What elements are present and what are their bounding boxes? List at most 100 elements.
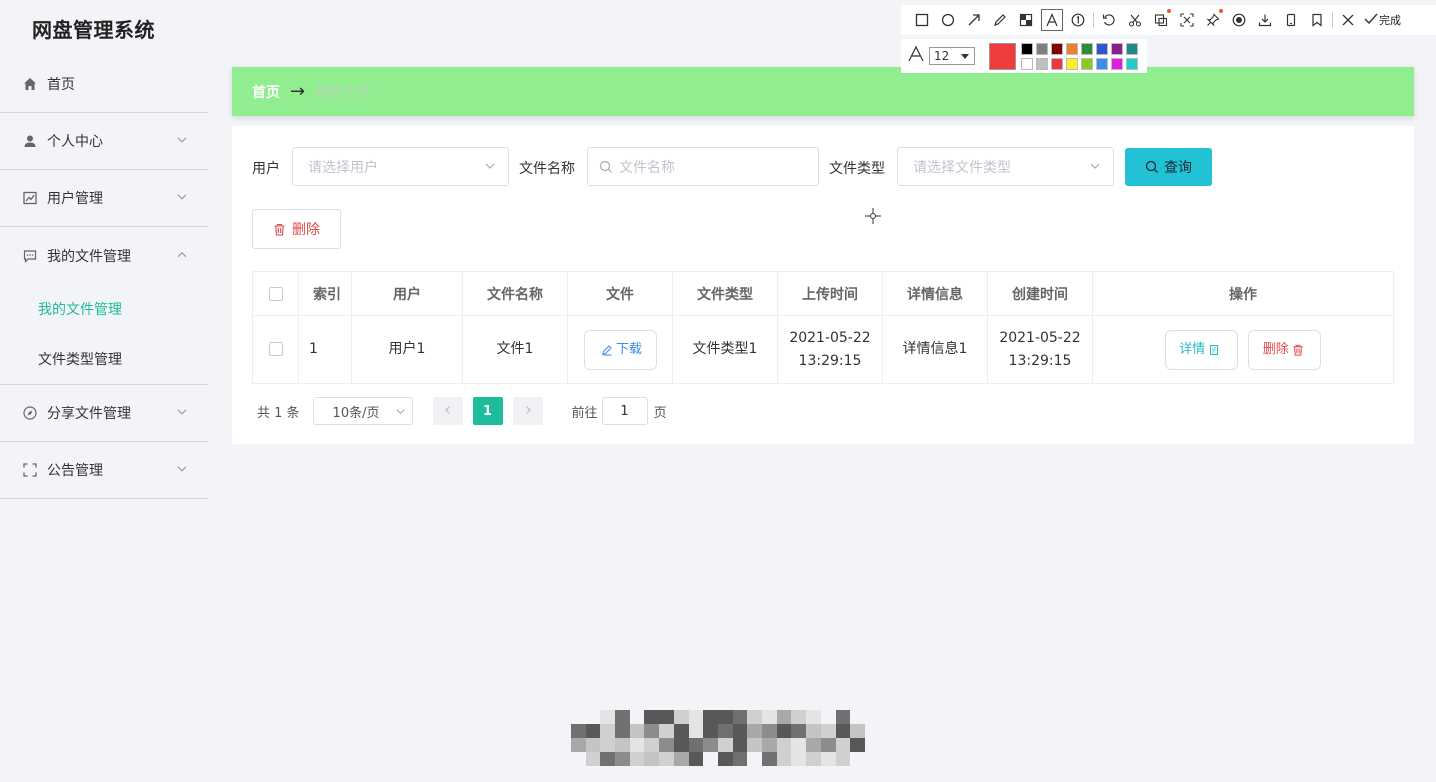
color-swatch[interactable] (1081, 42, 1093, 55)
mosaic-pixel (571, 752, 586, 766)
color-swatch[interactable] (1066, 42, 1078, 55)
color-swatch[interactable] (1021, 57, 1033, 70)
pin-icon[interactable] (1200, 7, 1226, 33)
row-delete-button[interactable]: 删除 (1248, 329, 1322, 370)
scissors-icon[interactable] (1122, 7, 1148, 33)
ellipse-icon[interactable] (935, 7, 961, 33)
mosaic-pixel (644, 724, 660, 738)
app-title: 网盘管理系统 (32, 18, 155, 42)
edit-icon (601, 344, 613, 356)
pencil-icon[interactable] (987, 7, 1013, 33)
color-swatch[interactable] (1051, 42, 1063, 55)
mosaic-pixel (776, 738, 792, 752)
bulk-delete-button[interactable]: 删除 (252, 209, 341, 249)
color-swatch[interactable] (1036, 42, 1048, 55)
filename-filter-label: 文件名称 (519, 161, 575, 177)
undo-icon[interactable] (1096, 7, 1122, 33)
color-swatch[interactable] (1066, 57, 1078, 70)
download-icon[interactable] (1252, 7, 1278, 33)
done-button[interactable]: 完成 (1363, 12, 1401, 29)
color-swatch[interactable] (1051, 57, 1063, 70)
ocr-icon[interactable] (1148, 7, 1174, 33)
current-color-swatch[interactable] (989, 42, 1016, 70)
check-icon (1363, 12, 1379, 29)
chevron-down-icon (176, 463, 188, 475)
sidebar-item-users[interactable]: 用户管理 (0, 170, 208, 227)
toolbar-divider (1332, 12, 1333, 28)
main-panel: 用户 请选择用户 文件名称 文件名称 文件类型 请选择文件类型 查询 删除 索引… (232, 126, 1414, 444)
record-icon[interactable] (1226, 7, 1252, 33)
mosaic-pixel (717, 724, 733, 738)
row-checkbox[interactable] (268, 342, 283, 356)
page-size-select[interactable]: 10条/页 (312, 397, 413, 425)
mosaic-pixel (659, 724, 674, 738)
color-swatch[interactable] (1126, 57, 1138, 70)
search-icon (1145, 160, 1159, 174)
mosaic-pixel (629, 724, 645, 738)
filetype-select[interactable]: 请选择文件类型 (897, 147, 1114, 186)
color-swatch[interactable] (1096, 42, 1108, 55)
goto-page-input[interactable]: 1 (601, 397, 648, 425)
sidebar-menu: 首页 个人中心 用户管理 我的文件管理 我的文件管理 文件类型管理 分享文件管理… (0, 56, 208, 499)
upload-time: 13:29:15 (798, 352, 862, 369)
filetype-cell: 文件类型1 (672, 315, 778, 384)
chevron-down-icon (176, 134, 188, 146)
compass-icon (22, 405, 38, 421)
color-swatch[interactable] (1081, 57, 1093, 70)
download-button-label: 下载 (615, 342, 642, 357)
font-size-select[interactable]: 12 (929, 47, 975, 65)
bookmark-icon[interactable] (1304, 7, 1330, 33)
sidebar-item-profile[interactable]: 个人中心 (0, 113, 208, 170)
sidebar-item-label: 分享文件管理 (47, 406, 131, 422)
sidebar-subitem-file-types[interactable]: 文件类型管理 (0, 334, 208, 384)
mosaic-pixel (688, 724, 704, 738)
files-table: 索引 用户 文件名称 文件 文件类型 上传时间 详情信息 创建时间 操作 1 用… (252, 271, 1394, 384)
mosaic-pixel (717, 738, 733, 752)
text-tool-icon[interactable] (1041, 9, 1063, 31)
download-button[interactable]: 下载 (583, 329, 657, 370)
select-all-checkbox[interactable] (268, 286, 283, 301)
close-icon[interactable] (1335, 7, 1361, 33)
breadcrumb-arrow-icon: → (290, 81, 306, 102)
mobile-icon[interactable] (1278, 7, 1304, 33)
color-swatch[interactable] (1036, 57, 1048, 70)
mosaic-pixel (820, 752, 836, 766)
color-swatch[interactable] (1126, 42, 1138, 55)
color-swatch[interactable] (1111, 42, 1123, 55)
sidebar-item-shared-files[interactable]: 分享文件管理 (0, 385, 208, 442)
chevron-down-icon (484, 160, 496, 172)
arrow-icon[interactable] (961, 7, 987, 33)
number-marker-icon[interactable] (1065, 7, 1091, 33)
mosaic-pixel (673, 738, 689, 752)
filename-search-input[interactable]: 文件名称 (587, 147, 819, 186)
color-swatch[interactable] (1111, 57, 1123, 70)
chevron-left-icon (443, 404, 453, 419)
sidebar-item-my-files[interactable]: 我的文件管理 (0, 227, 208, 284)
query-button[interactable]: 查询 (1125, 148, 1212, 186)
mosaic-pixel (615, 752, 630, 766)
scroll-capture-icon[interactable] (1174, 7, 1200, 33)
mosaic-pixel (732, 724, 748, 738)
mosaic-pixel (571, 724, 586, 738)
trash-icon (1292, 344, 1304, 356)
sidebar-item-home[interactable]: 首页 (0, 56, 208, 113)
breadcrumb-home-link[interactable]: 首页 (252, 82, 280, 102)
mosaic-pixel (673, 724, 689, 738)
detail-button[interactable]: 详情 (1164, 329, 1238, 370)
sidebar-submenu: 我的文件管理 文件类型管理 (0, 284, 208, 385)
column-header: 上传时间 (777, 271, 883, 316)
sidebar-subitem-my-files[interactable]: 我的文件管理 (0, 284, 208, 334)
mosaic-pixel (600, 752, 616, 766)
mosaic-pixel (659, 710, 674, 724)
mosaic-icon[interactable] (1013, 7, 1039, 33)
mosaic-pixel (791, 710, 807, 724)
color-swatch[interactable] (1021, 42, 1033, 55)
user-select[interactable]: 请选择用户 (292, 147, 509, 186)
breadcrumb-current: 我的文件 (315, 84, 372, 101)
sidebar-item-announcements[interactable]: 公告管理 (0, 442, 208, 499)
page-number-button[interactable]: 1 (472, 397, 503, 425)
color-swatch[interactable] (1096, 57, 1108, 70)
rectangle-icon[interactable] (909, 7, 935, 33)
prev-page-button[interactable] (432, 397, 463, 425)
next-page-button[interactable] (512, 397, 543, 425)
